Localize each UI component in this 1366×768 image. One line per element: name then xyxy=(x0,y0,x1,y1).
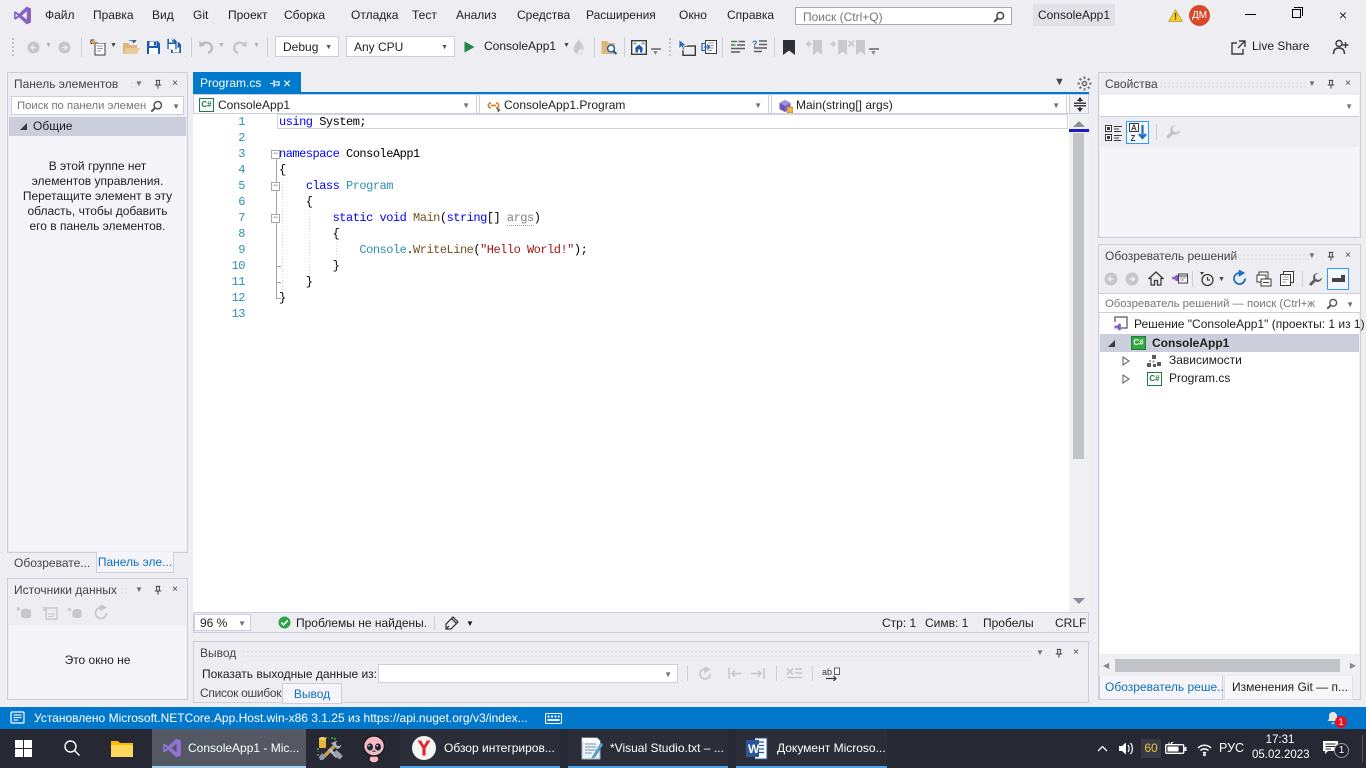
svg-text:A: A xyxy=(1131,124,1137,133)
svg-text:Z: Z xyxy=(1131,134,1136,142)
svg-text:W: W xyxy=(748,742,760,756)
svg-text:ab: ab xyxy=(822,667,832,677)
